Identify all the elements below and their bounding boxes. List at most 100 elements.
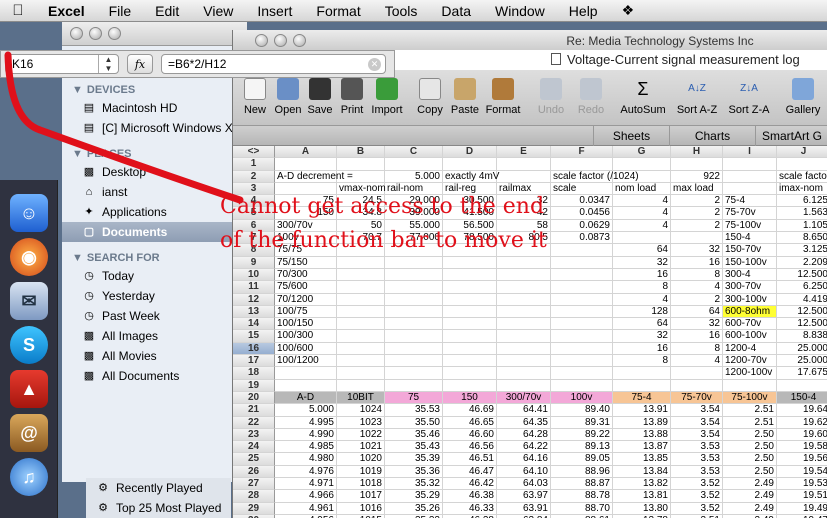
- row-header[interactable]: 26: [233, 465, 275, 479]
- menu-help[interactable]: Help: [557, 3, 610, 19]
- cell[interactable]: 0.0629: [551, 219, 613, 233]
- cell[interactable]: [723, 182, 777, 196]
- itunes-dock-icon[interactable]: ♫: [10, 458, 48, 496]
- cell[interactable]: 12.500: [777, 269, 827, 282]
- cell[interactable]: [385, 158, 443, 171]
- cell[interactable]: [337, 293, 385, 306]
- cell[interactable]: 300-100v: [723, 293, 777, 306]
- cell[interactable]: 64.10: [497, 465, 551, 479]
- cell[interactable]: [497, 256, 551, 269]
- cell[interactable]: 16: [671, 330, 723, 343]
- cell[interactable]: [497, 158, 551, 171]
- cell[interactable]: [385, 342, 443, 356]
- cell[interactable]: [671, 367, 723, 380]
- cell[interactable]: [777, 158, 827, 171]
- redo-button[interactable]: Redo: [573, 78, 609, 122]
- cell[interactable]: 3.52: [671, 478, 723, 491]
- cell[interactable]: [443, 318, 497, 331]
- cell[interactable]: 150-4: [777, 391, 827, 405]
- cell[interactable]: 2.51: [723, 416, 777, 429]
- cell[interactable]: 600-8ohm: [723, 305, 777, 319]
- cell[interactable]: 600-100v: [723, 330, 777, 343]
- sidebar-item-macintosh-hd[interactable]: ▤ Macintosh HD: [62, 98, 247, 118]
- cell[interactable]: 2.49: [723, 502, 777, 515]
- cell[interactable]: 25.000: [777, 355, 827, 368]
- cell[interactable]: 8.650: [777, 232, 827, 245]
- row-header[interactable]: 28: [233, 490, 275, 503]
- cell[interactable]: 13.82: [613, 478, 671, 491]
- cell[interactable]: 100/600: [275, 342, 337, 356]
- row-header[interactable]: 22: [233, 416, 275, 429]
- disclosure-triangle-icon[interactable]: ▼: [72, 84, 83, 96]
- cell[interactable]: 1024: [337, 404, 385, 417]
- cell[interactable]: 19.62: [777, 417, 827, 429]
- cell[interactable]: [551, 244, 613, 257]
- cell[interactable]: 12.500: [777, 306, 827, 319]
- cell[interactable]: 100/75: [275, 305, 337, 319]
- disclosure-triangle-icon[interactable]: ▼: [72, 148, 83, 160]
- cell[interactable]: 1200-4: [723, 342, 777, 356]
- new-button[interactable]: New: [241, 78, 269, 122]
- cell[interactable]: 35.26: [385, 502, 443, 515]
- cell[interactable]: 1023: [337, 416, 385, 429]
- cell[interactable]: 2.50: [723, 453, 777, 466]
- cell[interactable]: [613, 158, 671, 171]
- row-header[interactable]: 29: [233, 502, 275, 515]
- cell[interactable]: 150: [443, 391, 497, 405]
- cell[interactable]: 1200-70v: [723, 355, 777, 368]
- finder-minimize-button[interactable]: [89, 27, 102, 40]
- cell[interactable]: 4.971: [275, 478, 337, 491]
- cell[interactable]: [443, 256, 497, 269]
- cell[interactable]: 89.31: [551, 416, 613, 429]
- clear-icon[interactable]: ✕: [368, 58, 381, 71]
- cell[interactable]: 75-100v: [723, 219, 777, 233]
- cell[interactable]: 63.97: [497, 490, 551, 503]
- script-menu-icon[interactable]: ❖: [610, 2, 647, 19]
- column-header[interactable]: B: [337, 146, 385, 159]
- cell[interactable]: 300/70v: [497, 391, 551, 405]
- cell[interactable]: [385, 268, 443, 282]
- sidebar-item-windows-drive[interactable]: ▤ [C] Microsoft Windows XI: [62, 118, 247, 138]
- cell[interactable]: 46.42: [443, 478, 497, 491]
- cell[interactable]: [551, 268, 613, 282]
- cell[interactable]: 64.03: [497, 478, 551, 491]
- cell[interactable]: [385, 256, 443, 269]
- tab-sheets[interactable]: Sheets: [593, 126, 669, 146]
- cell[interactable]: [497, 367, 551, 380]
- address-book-dock-icon[interactable]: @: [10, 414, 48, 452]
- formula-input[interactable]: =B6*2/H12 ✕: [161, 54, 386, 74]
- cell[interactable]: A-D: [275, 391, 337, 405]
- finder-close-button[interactable]: [70, 27, 83, 40]
- cell[interactable]: [443, 281, 497, 294]
- cell[interactable]: 88.70: [551, 502, 613, 515]
- cell[interactable]: 2.50: [723, 465, 777, 479]
- cell[interactable]: A-D decrement =: [275, 170, 353, 183]
- cell[interactable]: 75-70v: [723, 207, 777, 220]
- cell[interactable]: [497, 318, 551, 331]
- cell[interactable]: 16: [613, 342, 671, 356]
- sidebar-item-desktop[interactable]: ▩ Desktop: [62, 162, 247, 182]
- cell[interactable]: [337, 305, 385, 319]
- cell[interactable]: 35.39: [385, 453, 443, 466]
- cell[interactable]: [443, 367, 497, 380]
- cell[interactable]: 4: [613, 293, 671, 306]
- skype-dock-icon[interactable]: S: [10, 326, 48, 364]
- tab-charts[interactable]: Charts: [669, 126, 755, 146]
- sort-za-button[interactable]: Z↓A Sort Z-A: [723, 78, 775, 122]
- cell[interactable]: 0.0347: [551, 195, 613, 208]
- row-header[interactable]: 24: [233, 441, 275, 454]
- cell[interactable]: 46.33: [443, 502, 497, 515]
- cell[interactable]: 4: [613, 207, 671, 220]
- cell[interactable]: 19.60: [777, 429, 827, 442]
- cell[interactable]: [385, 355, 443, 368]
- cell[interactable]: 2: [671, 195, 723, 208]
- cell[interactable]: 19.54: [777, 466, 827, 479]
- cell[interactable]: 64: [613, 244, 671, 257]
- cell[interactable]: 13.89: [613, 416, 671, 429]
- cell[interactable]: [385, 318, 443, 331]
- cell[interactable]: 2: [671, 293, 723, 306]
- cell[interactable]: scale factor (/1024): [551, 170, 639, 183]
- cell[interactable]: [385, 330, 443, 343]
- paste-button[interactable]: Paste: [449, 78, 481, 122]
- cell[interactable]: 13.81: [613, 490, 671, 503]
